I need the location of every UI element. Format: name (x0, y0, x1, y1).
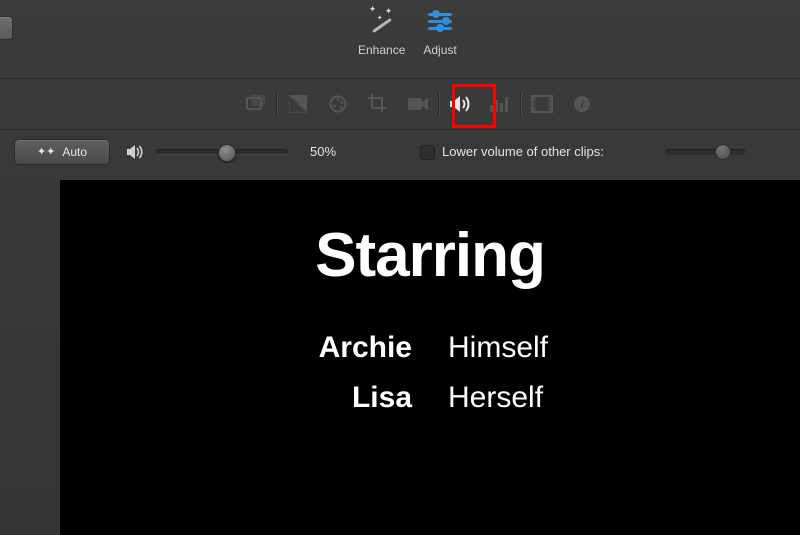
sparkle-icon: ✦✦ (37, 145, 55, 158)
title-card: Starring Archie Himself Lisa Herself (60, 220, 800, 415)
tab-equalizer[interactable] (480, 92, 520, 116)
tab-contrast[interactable] (278, 92, 318, 116)
volume-slider-knob[interactable] (218, 144, 236, 162)
camera-icon (407, 96, 429, 112)
top-toolbar: ater ✦ ✦ ✦ Enhance (0, 0, 800, 79)
adjust-label: Adjust (423, 43, 456, 57)
contrast-icon (289, 95, 307, 113)
credit-name: Lisa (302, 381, 412, 415)
credit-role: Himself (448, 331, 558, 365)
volume-icon (126, 144, 144, 160)
equalizer-icon (489, 95, 511, 113)
crop-icon (368, 94, 388, 114)
tab-clipinfo[interactable] (522, 92, 562, 116)
auto-button-label: Auto (62, 145, 87, 159)
tab-info[interactable]: i (562, 92, 602, 116)
auto-button[interactable]: ✦✦ Auto (14, 139, 110, 165)
mode-buttons: ✦ ✦ ✦ Enhance Adjust (358, 6, 457, 57)
video-preview: Starring Archie Himself Lisa Herself (60, 180, 800, 535)
film-icon (531, 95, 553, 113)
tab-color[interactable] (318, 92, 358, 116)
adjust-button[interactable]: Adjust (423, 6, 456, 57)
credit-row: Lisa Herself (60, 381, 800, 415)
lower-volume-label: Lower volume of other clips: (442, 144, 604, 159)
lower-volume-checkbox[interactable] (420, 145, 435, 160)
theater-button[interactable]: ater (0, 16, 13, 40)
ducking-slider-knob[interactable] (715, 144, 731, 160)
tab-volume[interactable] (440, 92, 480, 116)
wand-icon: ✦ ✦ ✦ (367, 6, 397, 36)
overlay-icon (246, 95, 266, 113)
title-text: Starring (60, 220, 800, 291)
tab-overlay[interactable] (236, 92, 276, 116)
credit-row: Archie Himself (60, 331, 800, 365)
tab-crop[interactable] (358, 92, 398, 116)
credits-list: Archie Himself Lisa Herself (60, 331, 800, 415)
adjust-tabbar: i (0, 79, 800, 130)
app-window: ater ✦ ✦ ✦ Enhance (0, 0, 800, 535)
info-icon: i (573, 95, 591, 113)
volume-percent: 50% (310, 144, 336, 159)
credit-name: Archie (302, 331, 412, 365)
speaker-icon (449, 95, 471, 113)
enhance-label: Enhance (358, 43, 405, 57)
ducking-slider[interactable] (665, 149, 745, 155)
enhance-button[interactable]: ✦ ✦ ✦ Enhance (358, 6, 405, 57)
credit-role: Herself (448, 381, 558, 415)
sliders-icon (425, 6, 455, 36)
audio-controls: ✦✦ Auto 50% Lower volume of other clips: (0, 130, 800, 174)
volume-slider[interactable] (156, 149, 288, 155)
palette-icon (328, 95, 348, 113)
tab-stabilize[interactable] (398, 92, 438, 116)
